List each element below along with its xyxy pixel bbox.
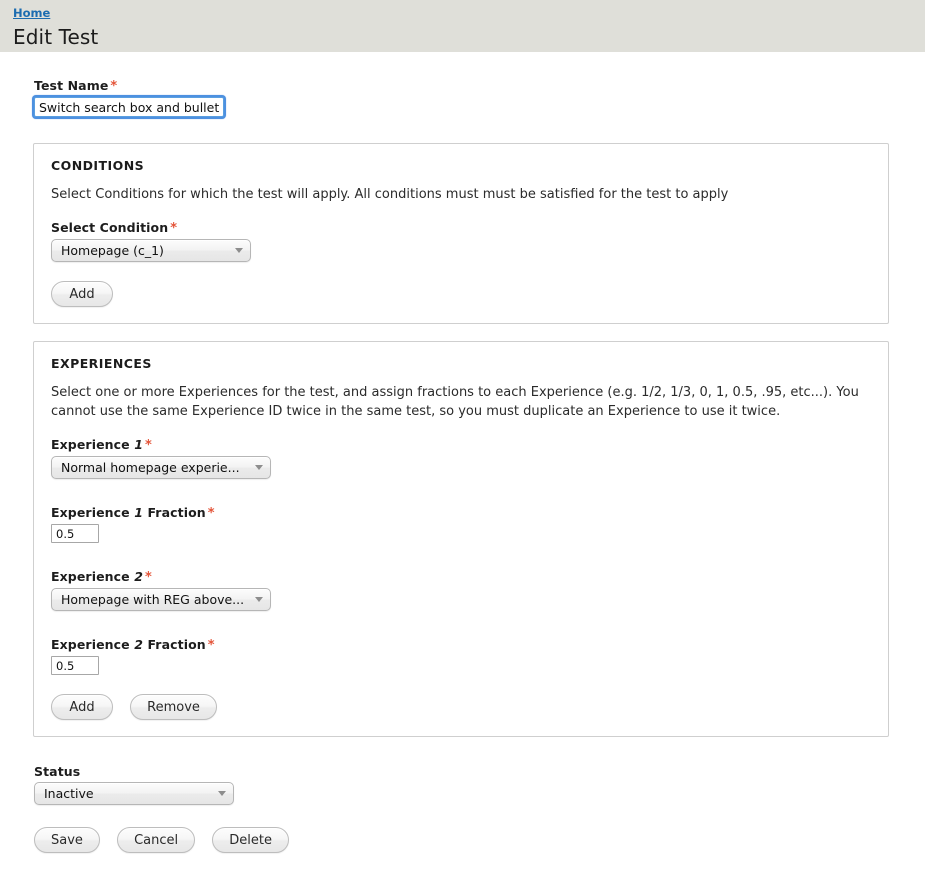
experience-1-dropdown[interactable]: Normal homepage experie... [51,456,271,479]
cancel-button[interactable]: Cancel [117,827,196,853]
experience-1-index: 1 [134,437,144,452]
conditions-panel-body: Select Condition * Homepage (c_1) Add [34,220,888,307]
conditions-panel-title: CONDITIONS [51,158,145,173]
status-dropdown[interactable]: Inactive [34,782,234,805]
experiences-button-row: Add Remove [51,694,888,720]
test-name-label: Test Name * [34,78,925,94]
experience-2-value: Homepage with REG above... [61,592,245,607]
select-condition-label-text: Select Condition [51,220,169,235]
select-condition-dropdown[interactable]: Homepage (c_1) [51,239,251,262]
status-label: Status [34,764,81,779]
select-condition-label: Select Condition * [51,220,888,236]
select-condition-required-asterisk: * [170,221,178,236]
test-name-label-text: Test Name [34,78,109,93]
status-field-group: Status Inactive [0,764,925,805]
test-name-required-asterisk: * [110,79,118,94]
conditions-panel: CONDITIONS Select Conditions for which t… [33,143,889,324]
experience-2-dropdown[interactable]: Homepage with REG above... [51,588,271,611]
experiences-panel: EXPERIENCES Select one or more Experienc… [33,341,889,737]
experiences-description: Select one or more Experiences for the t… [51,385,859,419]
page-header: Home Edit Test [0,0,925,52]
experience-2-index: 2 [134,569,144,584]
experience-2-fraction-index: 2 [134,637,144,652]
select-condition-value: Homepage (c_1) [61,243,164,258]
experience-2-fraction-label-suffix: Fraction [147,637,206,652]
delete-button[interactable]: Delete [212,827,289,853]
experience-1-fraction-input[interactable] [51,524,99,543]
experiences-add-button[interactable]: Add [51,694,113,720]
experience-1-fraction-label-prefix: Experience [51,505,130,520]
experience-1-label: Experience 1 * [51,437,888,453]
experience-2-fraction-label: Experience 2 Fraction * [51,637,888,653]
experience-2-fraction-input[interactable] [51,656,99,675]
experiences-panel-body: Experience 1 * Normal homepage experie...… [34,437,888,720]
test-name-field-group: Test Name * [0,78,925,117]
experience-2-label: Experience 2 * [51,569,888,585]
conditions-description: Select Conditions for which the test wil… [51,187,729,202]
experiences-remove-button[interactable]: Remove [130,694,217,720]
status-value: Inactive [44,786,94,801]
experience-1-fraction-label-suffix: Fraction [147,505,206,520]
experience-1-fraction-index: 1 [134,505,144,520]
chevron-down-icon [235,248,243,253]
experience-2-fraction-required-asterisk: * [207,638,215,653]
breadcrumb-home-link[interactable]: Home [13,4,50,20]
experience-1-required-asterisk: * [145,438,152,453]
chevron-down-icon [255,597,263,602]
test-name-input[interactable] [34,97,224,117]
experience-2-required-asterisk: * [145,570,152,585]
experience-1-fraction-label: Experience 1 Fraction * [51,505,888,521]
experience-2-fraction-label-prefix: Experience [51,637,130,652]
experience-2-label-text: Experience [51,569,130,584]
experience-2-select-wrap: Homepage with REG above... [51,588,271,611]
experience-1-select-wrap: Normal homepage experie... [51,456,271,479]
chevron-down-icon [255,465,263,470]
save-button[interactable]: Save [34,827,100,853]
page-title: Edit Test [13,25,99,49]
edit-test-form: Test Name* CONDITIONS Select Conditions … [0,52,925,853]
experience-1-label-text: Experience [51,437,130,452]
experience-1-fraction-required-asterisk: * [207,506,215,521]
form-action-buttons: Save Cancel Delete [0,827,925,853]
select-condition-wrap: Homepage (c_1) [51,239,251,262]
chevron-down-icon [218,791,226,796]
experiences-panel-title: EXPERIENCES [51,356,152,371]
status-select-wrap: Inactive [34,782,234,805]
experience-1-value: Normal homepage experie... [61,460,240,475]
conditions-add-button[interactable]: Add [51,281,113,307]
